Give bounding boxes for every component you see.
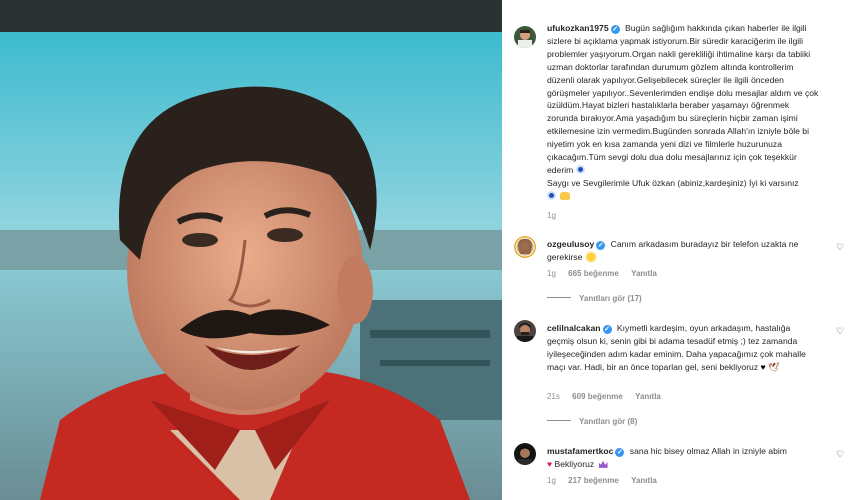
sun-icon: [586, 252, 595, 261]
view-replies-button[interactable]: Yanıtları gör (17): [547, 294, 642, 303]
comment-author[interactable]: celilnalcakan: [547, 323, 601, 333]
commenter-avatar-mustafamertkoc[interactable]: [514, 443, 536, 465]
view-replies-button[interactable]: Yanıtları gör (8): [547, 417, 637, 426]
like-comment-icon[interactable]: ♡: [836, 450, 845, 459]
verified-badge-icon: ✓: [602, 325, 612, 334]
comment-meta: 1g 217 beğenme Yanıtla: [547, 476, 667, 485]
comment-text-line2: Bekliyoruz: [554, 458, 595, 469]
bird-icon: 🕊: [768, 361, 780, 372]
post-meta: 1g: [547, 211, 566, 220]
crown-icon: [598, 460, 608, 468]
post-author-username[interactable]: ufukozkan1975: [547, 23, 609, 33]
comment-meta: 21s 609 beğenme Yanıtla: [547, 392, 671, 401]
comment-author[interactable]: mustafamertkoc: [547, 446, 613, 456]
commenter-avatar-ozgeulusoy[interactable]: [514, 236, 536, 258]
comment-time[interactable]: 1g: [547, 476, 556, 485]
comment-time[interactable]: 21s: [547, 392, 560, 401]
like-comment-icon[interactable]: ♡: [836, 327, 845, 336]
comment-time[interactable]: 1g: [547, 269, 556, 278]
reply-button[interactable]: Yanıtla: [635, 392, 661, 401]
divider-line: [547, 297, 571, 298]
comment-likes[interactable]: 665 beğenme: [568, 269, 619, 278]
red-heart-icon: ♥: [547, 458, 553, 469]
post-photo[interactable]: [0, 0, 502, 500]
reply-button[interactable]: Yanıtla: [631, 476, 657, 485]
praying-hands-icon: [560, 191, 571, 200]
comment-likes[interactable]: 609 beğenme: [572, 392, 623, 401]
caption-text-line2: Saygı ve Sevgilerimle Ufuk özkan (abiniz…: [547, 177, 799, 188]
nazar-eye-icon: [575, 164, 585, 174]
post-caption: ufukozkan1975 ✓ Bugün sağlığım hakkında ç…: [547, 22, 819, 203]
comment-text: sana hic bisey olmaz Allah in izniyle ab…: [629, 446, 787, 456]
comment-likes[interactable]: 217 beğenme: [568, 476, 619, 485]
divider-line: [547, 420, 571, 421]
commenter-avatar-celilnalcakan[interactable]: [514, 320, 536, 342]
black-heart-icon: ♥: [760, 361, 766, 372]
verified-badge-icon: ✓: [610, 25, 620, 34]
verified-badge-icon: ✓: [596, 241, 606, 250]
verified-badge-icon: ✓: [615, 448, 625, 457]
author-avatar[interactable]: [514, 26, 536, 48]
comment-meta: 1g 665 beğenme Yanıtla: [547, 269, 667, 278]
caption-text: Bugün sağlığım hakkında çıkan haberler i…: [547, 23, 819, 175]
post-time[interactable]: 1g: [547, 211, 556, 220]
like-comment-icon[interactable]: ♡: [836, 243, 845, 252]
view-replies-label: Yanıtları gör (17): [579, 294, 642, 303]
reply-button[interactable]: Yanıtla: [631, 269, 657, 278]
view-replies-label: Yanıtları gör (8): [579, 417, 638, 426]
post-image: [0, 0, 502, 500]
nazar-eye-icon: [547, 190, 556, 200]
comment-celilnalcakan: celilnalcakan ✓ Kıymetli kardeşim, oyun a…: [547, 322, 819, 374]
comment-ozgeulusoy: ozgeulusoy ✓ Canım arkadasım buradayız bi…: [547, 238, 819, 264]
instagram-post-modal: ufukozkan1975 ✓ Bugün sağlığım hakkında ç…: [0, 0, 850, 500]
comment-author[interactable]: ozgeulusoy: [547, 239, 594, 249]
comment-mustafamertkoc: mustafamertkoc ✓ sana hic bisey olmaz All…: [547, 445, 819, 471]
